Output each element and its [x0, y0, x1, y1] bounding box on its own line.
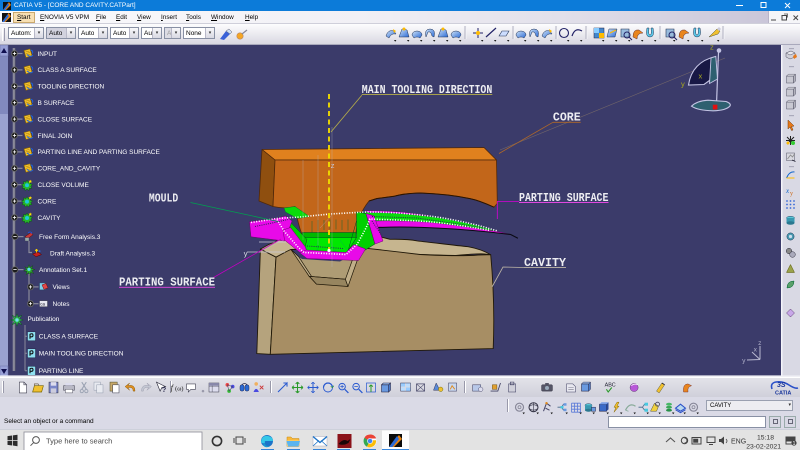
- svg-text:CLASS A SURFACE: CLASS A SURFACE: [39, 334, 99, 341]
- svg-text:Type here to search: Type here to search: [46, 436, 112, 445]
- svg-text:1: 1: [793, 441, 796, 447]
- svg-text:CLOSE VOLUME: CLOSE VOLUME: [38, 182, 90, 189]
- svg-text:Annotation Set.1: Annotation Set.1: [39, 267, 87, 274]
- svg-text:Views: Views: [53, 284, 71, 291]
- svg-text:PARTING SURFACE: PARTING SURFACE: [519, 192, 609, 205]
- svg-text:Publication: Publication: [28, 316, 60, 323]
- svg-text:y: y: [742, 358, 746, 365]
- svg-text:x: x: [754, 347, 758, 354]
- svg-text:MAIN TOOLING DIRECTION: MAIN TOOLING DIRECTION: [39, 351, 124, 358]
- svg-text:CORE: CORE: [38, 198, 57, 205]
- svg-text:Notes: Notes: [53, 301, 71, 308]
- svg-text:B SURFACE: B SURFACE: [38, 100, 76, 107]
- svg-text:ENG: ENG: [731, 438, 746, 445]
- svg-text:ca: ca: [40, 302, 45, 307]
- svg-text:y: y: [790, 191, 793, 197]
- svg-text:3S: 3S: [777, 382, 786, 389]
- svg-text:f: f: [171, 384, 175, 393]
- svg-text:y: y: [244, 251, 248, 259]
- svg-text:x: x: [699, 72, 703, 81]
- svg-text:MOULD: MOULD: [149, 193, 178, 206]
- svg-text:INPUT: INPUT: [38, 51, 58, 58]
- svg-text:CLOSE SURFACE: CLOSE SURFACE: [38, 116, 93, 123]
- svg-text:CORE_AND_CAVITY: CORE_AND_CAVITY: [38, 166, 101, 173]
- svg-text:PARTING LINE: PARTING LINE: [39, 368, 84, 375]
- svg-text:CAVITY: CAVITY: [38, 215, 62, 222]
- svg-text:TOOLING DIRECTION: TOOLING DIRECTION: [38, 84, 105, 91]
- svg-text:Draft Analysis.3: Draft Analysis.3: [50, 250, 96, 257]
- svg-text:z: z: [331, 163, 335, 171]
- svg-text:z: z: [710, 45, 714, 52]
- svg-text:23-02-2021: 23-02-2021: [746, 443, 781, 450]
- svg-text:15:18: 15:18: [757, 434, 774, 441]
- svg-text:ABC: ABC: [605, 383, 616, 389]
- svg-text:PARTING LINE AND PARTING SURFA: PARTING LINE AND PARTING SURFACE: [38, 149, 161, 156]
- svg-text:?: ?: [162, 385, 166, 394]
- svg-text:y: y: [681, 80, 685, 89]
- svg-text:(ω): (ω): [175, 386, 183, 393]
- svg-text:Free Form Analysis.3: Free Form Analysis.3: [39, 234, 101, 241]
- svg-text:FINAL JOIN: FINAL JOIN: [38, 133, 73, 140]
- svg-text:z: z: [758, 340, 762, 347]
- svg-text:CLASS A SURFACE: CLASS A SURFACE: [38, 67, 98, 74]
